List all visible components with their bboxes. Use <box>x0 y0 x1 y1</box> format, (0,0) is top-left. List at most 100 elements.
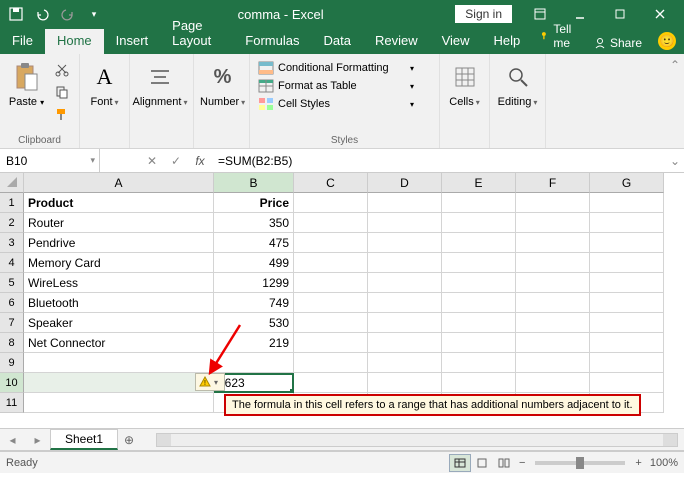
cell[interactable]: 219 <box>214 333 294 353</box>
expand-formula-bar-icon[interactable]: ⌄ <box>666 149 684 172</box>
tab-insert[interactable]: Insert <box>104 29 161 54</box>
cell-styles-button[interactable]: Cell Styles▾ <box>256 96 416 112</box>
tab-home[interactable]: Home <box>45 29 104 54</box>
tellme-button[interactable]: Tell me <box>532 18 586 54</box>
col-header-d[interactable]: D <box>368 173 442 193</box>
col-header-g[interactable]: G <box>590 173 664 193</box>
cell[interactable] <box>24 373 214 393</box>
cell[interactable]: 530 <box>214 313 294 333</box>
sheet-nav-prev-icon[interactable]: ◂ <box>9 433 15 447</box>
redo-icon[interactable] <box>56 2 80 26</box>
styles-group-label: Styles <box>250 135 439 146</box>
cell[interactable]: Speaker <box>24 313 214 333</box>
zoom-out-button[interactable]: − <box>519 457 525 469</box>
select-all-corner[interactable] <box>0 173 24 193</box>
col-header-f[interactable]: F <box>516 173 590 193</box>
row-header[interactable]: 4 <box>0 253 24 273</box>
add-sheet-icon[interactable]: ⊕ <box>118 433 140 447</box>
clipboard-group-label: Clipboard <box>0 135 79 146</box>
number-button[interactable]: %Number <box>200 56 245 108</box>
status-bar: Ready − + 100% <box>0 451 684 473</box>
horizontal-scrollbar[interactable] <box>156 433 678 447</box>
zoom-level[interactable]: 100% <box>650 457 678 469</box>
cancel-formula-icon[interactable]: ✕ <box>140 149 164 172</box>
tab-help[interactable]: Help <box>482 29 533 54</box>
row-header[interactable]: 1 <box>0 193 24 213</box>
cell[interactable]: 350 <box>214 213 294 233</box>
ribbon-tabs: File Home Insert Page Layout Formulas Da… <box>0 28 684 54</box>
col-header-b[interactable]: B <box>214 173 294 193</box>
col-header-a[interactable]: A <box>24 173 214 193</box>
zoom-slider[interactable] <box>535 461 625 465</box>
normal-view-icon[interactable] <box>449 454 471 472</box>
fx-icon[interactable]: fx <box>188 149 212 172</box>
undo-icon[interactable] <box>30 2 54 26</box>
row-header[interactable]: 5 <box>0 273 24 293</box>
cell[interactable]: Net Connector <box>24 333 214 353</box>
sheet-tab-bar: ◂ ▸ Sheet1 ⊕ <box>0 429 684 451</box>
close-button[interactable] <box>640 0 680 28</box>
cell[interactable]: Bluetooth <box>24 293 214 313</box>
error-indicator-icon[interactable]: ! ▾ <box>195 373 225 391</box>
save-icon[interactable] <box>4 2 28 26</box>
collapse-ribbon-icon[interactable]: ⌃ <box>670 58 680 72</box>
page-break-view-icon[interactable] <box>493 454 515 472</box>
font-button[interactable]: AFont <box>86 56 123 108</box>
tab-file[interactable]: File <box>0 29 45 54</box>
cell[interactable]: WireLess <box>24 273 214 293</box>
tab-view[interactable]: View <box>430 29 482 54</box>
col-header-e[interactable]: E <box>442 173 516 193</box>
cell[interactable]: Memory Card <box>24 253 214 273</box>
cells-button[interactable]: Cells <box>446 56 483 108</box>
signin-button[interactable]: Sign in <box>455 5 512 23</box>
cell-selected[interactable]: 2623 <box>214 373 294 393</box>
alignment-button[interactable]: Alignment <box>136 56 184 108</box>
row-header[interactable]: 8 <box>0 333 24 353</box>
formula-input[interactable] <box>212 149 666 172</box>
tab-data[interactable]: Data <box>311 29 362 54</box>
tab-page-layout[interactable]: Page Layout <box>160 14 233 54</box>
row-header[interactable]: 6 <box>0 293 24 313</box>
sheet-tab[interactable]: Sheet1 <box>50 429 118 450</box>
copy-icon[interactable] <box>51 82 73 102</box>
name-box[interactable]: B10 <box>0 149 100 172</box>
cell[interactable]: 749 <box>214 293 294 313</box>
cell[interactable]: 499 <box>214 253 294 273</box>
paste-button[interactable]: Paste ▾ <box>6 56 47 108</box>
page-layout-view-icon[interactable] <box>471 454 493 472</box>
share-button[interactable]: Share <box>586 32 650 54</box>
cell[interactable] <box>214 353 294 373</box>
row-header[interactable]: 3 <box>0 233 24 253</box>
qat-customize-icon[interactable]: ▾ <box>82 2 106 26</box>
row-header[interactable]: 11 <box>0 393 24 413</box>
cell[interactable]: Product <box>24 193 214 213</box>
cell[interactable]: 1299 <box>214 273 294 293</box>
cut-icon[interactable] <box>51 60 73 80</box>
enter-formula-icon[interactable]: ✓ <box>164 149 188 172</box>
cell[interactable]: Price <box>214 193 294 213</box>
editing-button[interactable]: Editing <box>496 56 539 108</box>
error-dropdown-icon[interactable]: ▾ <box>211 378 221 387</box>
cell[interactable] <box>24 353 214 373</box>
tab-review[interactable]: Review <box>363 29 430 54</box>
feedback-smiley-icon[interactable]: 🙂 <box>650 28 684 54</box>
tab-formulas[interactable]: Formulas <box>233 29 311 54</box>
zoom-in-button[interactable]: + <box>635 457 641 469</box>
cell[interactable]: Router <box>24 213 214 233</box>
sheet-nav-next-icon[interactable]: ▸ <box>34 433 40 447</box>
formula-bar: B10 ✕ ✓ fx ⌄ <box>0 149 684 173</box>
fill-handle[interactable] <box>290 389 294 393</box>
conditional-formatting-button[interactable]: Conditional Formatting▾ <box>256 60 416 76</box>
col-header-c[interactable]: C <box>294 173 368 193</box>
row-header[interactable]: 9 <box>0 353 24 373</box>
format-as-table-button[interactable]: Format as Table▾ <box>256 78 416 94</box>
row-header[interactable]: 2 <box>0 213 24 233</box>
row-header[interactable]: 7 <box>0 313 24 333</box>
maximize-button[interactable] <box>600 0 640 28</box>
row-header[interactable]: 10 <box>0 373 24 393</box>
spreadsheet-grid[interactable]: A B C D E F G 1 Product Price 2 Router35… <box>0 173 684 429</box>
cell[interactable]: Pendrive <box>24 233 214 253</box>
format-painter-icon[interactable] <box>51 104 73 124</box>
cell[interactable]: 475 <box>214 233 294 253</box>
tellme-label: Tell me <box>553 22 578 50</box>
